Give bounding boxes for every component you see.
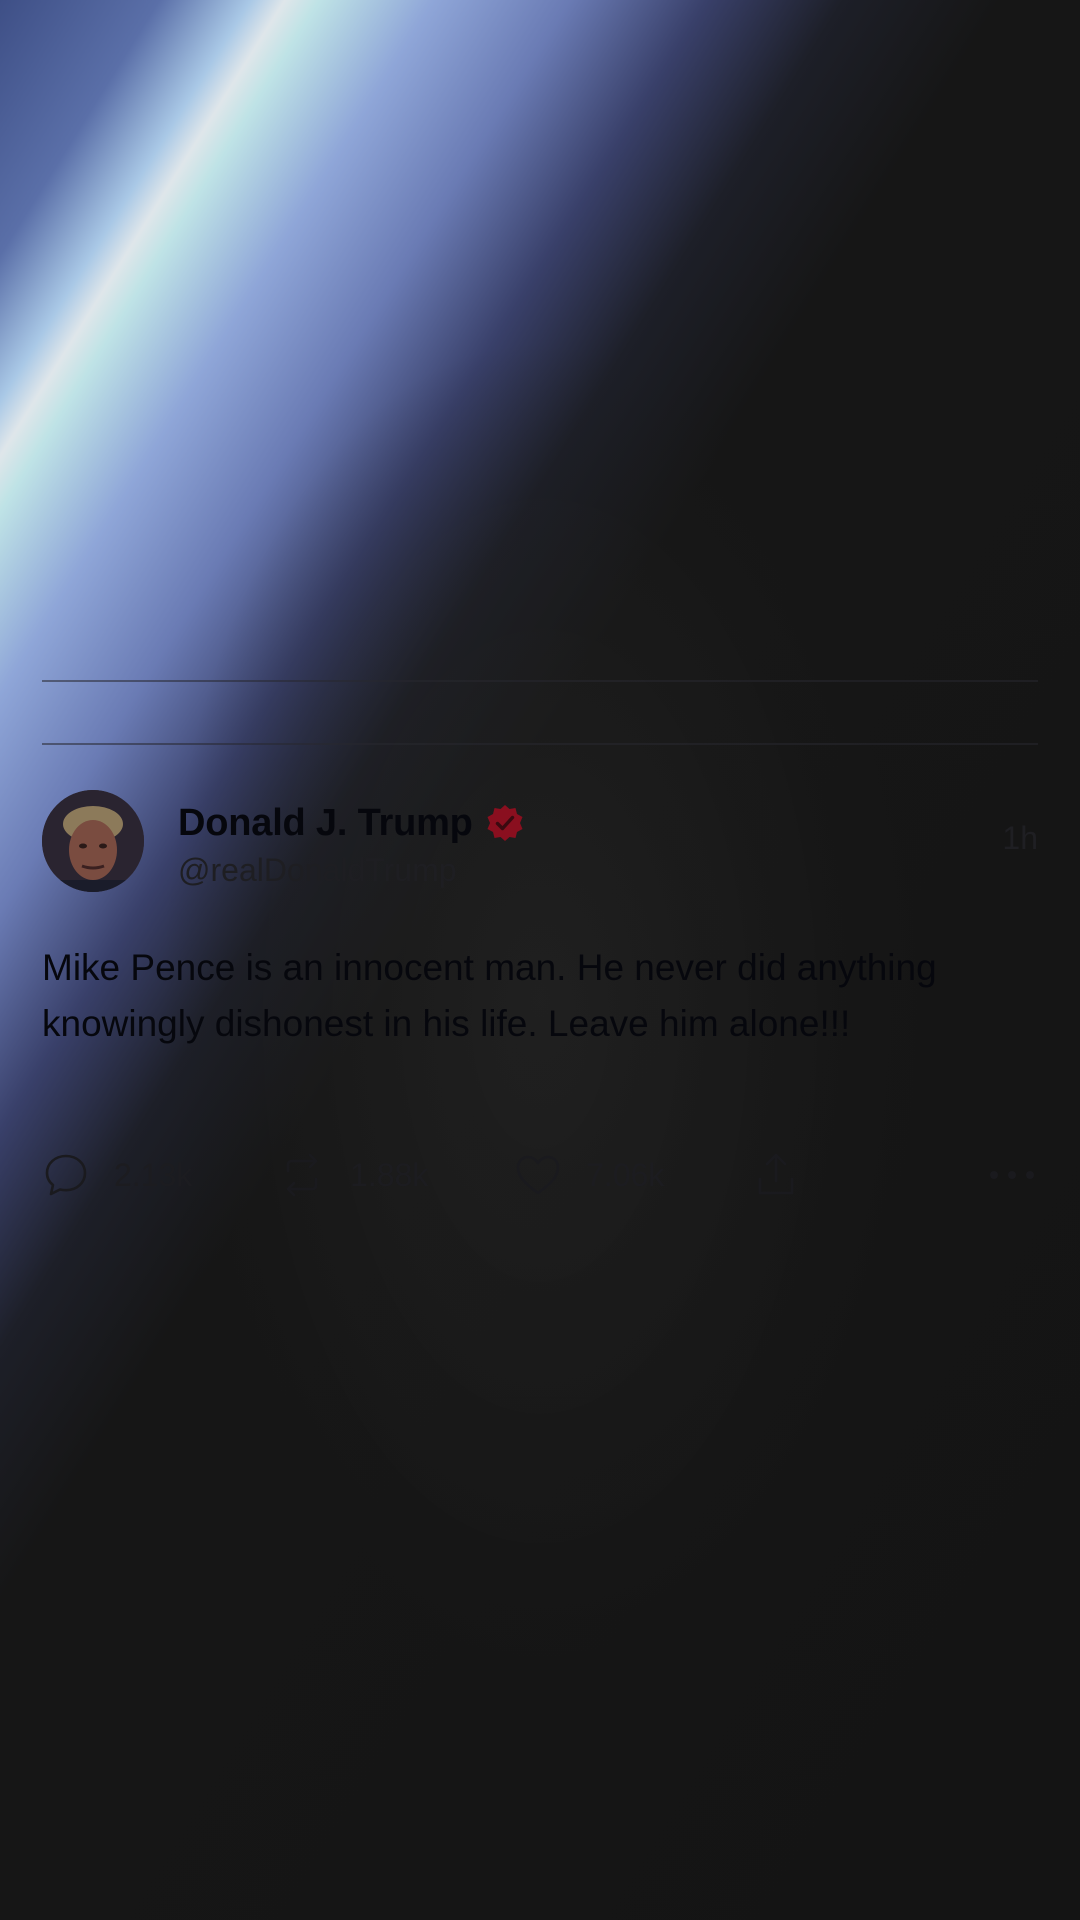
like-button[interactable]: 7.06k (514, 1145, 664, 1205)
verified-badge-icon (487, 805, 523, 841)
tweet-card[interactable]: Donald J. Trump @realDonaldTrump 1h Mike… (42, 790, 1038, 1210)
divider-bottom (42, 743, 1038, 745)
tweet-text: Mike Pence is an innocent man. He never … (42, 947, 937, 1044)
action-bar: 2.13k 1.88k 7.06k (42, 1145, 1038, 1205)
display-name[interactable]: Donald J. Trump (178, 802, 473, 845)
reply-button[interactable]: 2.13k (42, 1145, 192, 1205)
reply-count: 2.13k (114, 1156, 193, 1193)
divider-top (42, 680, 1038, 682)
timestamp: 1h (1002, 820, 1038, 856)
avatar[interactable] (42, 790, 144, 892)
retweet-button[interactable]: 1.88k (278, 1145, 428, 1205)
handle[interactable]: @realDonaldTrump (178, 852, 457, 889)
screen: Donald J. Trump @realDonaldTrump 1h Mike… (0, 0, 1080, 1920)
retweet-count: 1.88k (350, 1156, 429, 1193)
more-dots-icon (990, 1171, 1034, 1179)
more-button[interactable] (986, 1145, 1038, 1205)
heart-icon (516, 1155, 560, 1195)
like-count: 7.06k (586, 1156, 665, 1193)
avatar-photo (42, 790, 144, 892)
share-upload-icon (758, 1153, 794, 1195)
share-button[interactable] (752, 1145, 800, 1205)
retweet-arrows-icon (286, 1153, 318, 1197)
comment-bubble-icon (45, 1154, 87, 1196)
name-row: Donald J. Trump (178, 798, 525, 848)
